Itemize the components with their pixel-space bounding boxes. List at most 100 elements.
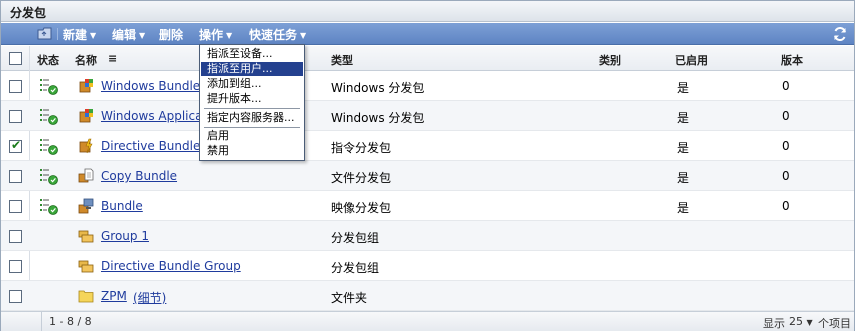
bundle-name-link[interactable]: ZPM [101, 289, 127, 303]
bundle-name-link[interactable]: Directive Bundle Group [101, 259, 241, 273]
page-range: 1 - 8 / 8 [49, 315, 92, 328]
toolbar: 新建 ▼ 编辑 ▼ 删除 操作 ▼ 快速任务 ▼ [1, 23, 854, 45]
row-checkbox[interactable] [9, 110, 22, 123]
bundle-name-link[interactable]: Windows Applica [101, 109, 202, 123]
bundle-name-link[interactable]: Bundle [101, 199, 143, 213]
select-all-checkbox[interactable] [9, 52, 22, 65]
edit-label: 编辑 [112, 28, 137, 42]
bundle-name-link[interactable]: Windows Bundle [101, 79, 200, 93]
new-button[interactable]: 新建 ▼ [63, 26, 96, 43]
column-header-status[interactable]: 状态 [37, 52, 59, 68]
column-header-type[interactable]: 类型 [331, 52, 353, 68]
quick-tasks-button[interactable]: 快速任务 ▼ [249, 26, 306, 43]
menu-item-disable[interactable]: 禁用 [201, 144, 303, 158]
windows-bundle-icon [78, 108, 94, 124]
footer-divider [41, 312, 42, 331]
table-row[interactable]: Directive Bundle 指令分发包 是 0 [1, 131, 854, 161]
deployed-status-icon [39, 77, 59, 95]
chevron-down-icon: ▼ [139, 31, 146, 40]
chevron-down-icon: ▼ [806, 318, 813, 327]
row-checkbox[interactable] [9, 200, 22, 213]
row-checkbox[interactable] [9, 230, 22, 243]
table-row[interactable]: Bundle 映像分发包 是 0 [1, 191, 854, 221]
table-row[interactable]: Copy Bundle 文件分发包 是 0 [1, 161, 854, 191]
cell-version: 0 [782, 139, 790, 153]
table-row[interactable]: Group 1 分发包组 [1, 221, 854, 251]
delete-button[interactable]: 删除 [159, 26, 183, 43]
page-size-select[interactable]: 25 ▼ [789, 315, 813, 328]
actions-menu: 指派至设备... 指派至用户... 添加到组... 提升版本... 指定内容服务… [199, 44, 305, 161]
cell-enabled: 是 [677, 111, 690, 125]
table-row[interactable]: ZPM (细节) 文件夹 [1, 281, 854, 311]
column-header-category[interactable]: 类别 [599, 52, 621, 68]
cell-enabled: 是 [677, 141, 690, 155]
menu-separator [204, 108, 300, 109]
cell-type: 分发包组 [331, 261, 380, 275]
bundle-group-icon [78, 258, 94, 274]
toolbar-separator [57, 28, 58, 40]
refresh-icon[interactable] [832, 26, 848, 42]
chevron-down-icon: ▼ [90, 31, 97, 40]
bundle-group-icon [78, 228, 94, 244]
windows-bundle-icon [78, 78, 94, 94]
cell-type: 文件夹 [331, 291, 368, 305]
chevron-down-icon: ▼ [300, 31, 307, 40]
table-header: 状态 名称 ≡ 类型 类别 已启用 版本 [1, 46, 854, 71]
cell-version: 0 [782, 169, 790, 183]
menu-item-increment-version[interactable]: 提升版本... [201, 92, 303, 106]
cell-enabled: 是 [677, 201, 690, 215]
menu-item-assign-user[interactable]: 指派至用户... [201, 62, 303, 76]
details-link[interactable]: (细节) [133, 289, 166, 306]
show-label: 显示 [763, 317, 785, 330]
quick-tasks-label: 快速任务 [249, 28, 298, 42]
menu-item-add-to-group[interactable]: 添加到组... [201, 77, 303, 91]
menu-item-assign-device[interactable]: 指派至设备... [201, 47, 303, 61]
deployed-status-icon [39, 107, 59, 125]
bundle-name-link[interactable]: Copy Bundle [101, 169, 177, 183]
menu-separator [204, 127, 300, 128]
actions-button[interactable]: 操作 ▼ [199, 26, 232, 43]
page-size-value: 25 [789, 315, 803, 328]
file-bundle-icon [78, 168, 94, 184]
new-label: 新建 [63, 28, 88, 42]
deployed-status-icon [39, 137, 59, 155]
folder-up-icon[interactable] [37, 27, 53, 40]
deployed-status-icon [39, 167, 59, 185]
table-footer: 1 - 8 / 8 显示 25 ▼ 个项目 [1, 311, 854, 331]
cell-enabled: 是 [677, 171, 690, 185]
cell-version: 0 [782, 199, 790, 213]
cell-type: 指令分发包 [331, 141, 392, 155]
bundle-name-link[interactable]: Directive Bundle [101, 139, 200, 153]
menu-item-enable[interactable]: 启用 [201, 129, 303, 143]
row-checkbox[interactable] [9, 260, 22, 273]
cell-type: 分发包组 [331, 231, 380, 245]
bundles-panel: 分发包 新建 ▼ 编辑 ▼ 删除 操作 ▼ 快速任务 ▼ 状态 名称 ≡ 类型 … [0, 0, 855, 331]
cell-type: 文件分发包 [331, 171, 392, 185]
row-checkbox[interactable] [9, 170, 22, 183]
column-header-enabled[interactable]: 已启用 [675, 52, 708, 68]
deployed-status-icon [39, 197, 59, 215]
edit-button[interactable]: 编辑 ▼ [112, 26, 145, 43]
actions-label: 操作 [199, 28, 224, 42]
cell-enabled: 是 [677, 81, 690, 95]
menu-item-content-server[interactable]: 指定内容服务器... [201, 111, 303, 125]
column-header-name[interactable]: 名称 [75, 52, 97, 68]
cell-type: Windows 分发包 [331, 81, 425, 95]
bundle-name-link[interactable]: Group 1 [101, 229, 149, 243]
per-page-label: 个项目 [818, 317, 851, 330]
image-bundle-icon [78, 198, 94, 214]
cell-type: 映像分发包 [331, 201, 392, 215]
sort-icon[interactable]: ≡ [108, 52, 117, 65]
table-row[interactable]: Windows Applica Windows 分发包 是 0 [1, 101, 854, 131]
column-header-version[interactable]: 版本 [781, 52, 803, 68]
table-row[interactable]: Windows Bundle Windows 分发包 是 0 [1, 71, 854, 101]
cell-version: 0 [782, 109, 790, 123]
directive-bundle-icon [78, 138, 94, 154]
row-checkbox[interactable] [9, 290, 22, 303]
cell-version: 0 [782, 79, 790, 93]
panel-title: 分发包 [10, 6, 47, 20]
chevron-down-icon: ▼ [226, 31, 233, 40]
row-checkbox[interactable] [9, 138, 22, 153]
table-row[interactable]: Directive Bundle Group 分发包组 [1, 251, 854, 281]
row-checkbox[interactable] [9, 80, 22, 93]
